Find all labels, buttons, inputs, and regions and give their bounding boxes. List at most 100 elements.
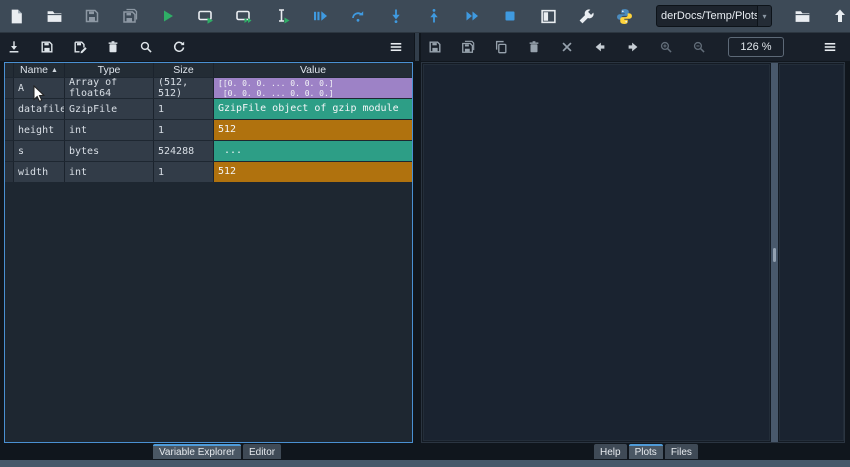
step-return-button[interactable] bbox=[420, 2, 448, 30]
tab-help[interactable]: Help bbox=[594, 444, 627, 459]
variable-value-cell[interactable]: GzipFile object of gzip module bbox=[214, 99, 412, 119]
variable-explorer-toolbar bbox=[0, 33, 414, 61]
variable-size-cell: 1 bbox=[154, 99, 213, 119]
header-type[interactable]: Type bbox=[65, 63, 153, 77]
variable-value-cell[interactable]: 512 bbox=[214, 162, 412, 182]
open-folder-icon bbox=[46, 8, 63, 25]
run-selection-icon bbox=[274, 8, 291, 25]
preferences-button[interactable] bbox=[572, 2, 600, 30]
python-logo-icon bbox=[616, 8, 633, 25]
header-corner-cell[interactable] bbox=[5, 63, 13, 77]
row-gutter-cell bbox=[5, 78, 13, 98]
trash-icon bbox=[106, 40, 120, 54]
spyder-window: derDocs/Temp/Plots ▾ bbox=[0, 0, 850, 467]
remove-plot-button[interactable] bbox=[522, 35, 546, 59]
new-file-button[interactable] bbox=[2, 2, 30, 30]
run-selection-button[interactable] bbox=[268, 2, 296, 30]
browse-folder-icon bbox=[794, 8, 811, 25]
save-button[interactable] bbox=[78, 2, 106, 30]
import-data-icon bbox=[7, 40, 21, 54]
run-cell-advance-icon bbox=[235, 7, 253, 25]
search-button[interactable] bbox=[134, 35, 158, 59]
table-row[interactable]: width int 1 512 bbox=[5, 162, 412, 182]
run-icon bbox=[160, 8, 176, 24]
bottom-tab-bar: Variable Explorer Editor Help Plots File… bbox=[0, 443, 850, 460]
copy-plot-button[interactable] bbox=[489, 35, 513, 59]
import-data-button[interactable] bbox=[2, 35, 26, 59]
run-cell-button[interactable] bbox=[192, 2, 220, 30]
tab-files[interactable]: Files bbox=[665, 444, 698, 459]
parent-dir-button[interactable] bbox=[826, 2, 850, 30]
row-gutter-cell bbox=[5, 141, 13, 161]
open-file-button[interactable] bbox=[40, 2, 68, 30]
remove-variable-button[interactable] bbox=[101, 35, 125, 59]
variable-size-cell: 1 bbox=[154, 120, 213, 140]
search-icon bbox=[139, 40, 153, 54]
save-all-icon bbox=[122, 8, 138, 24]
run-button[interactable] bbox=[154, 2, 182, 30]
table-row[interactable]: height int 1 512 bbox=[5, 120, 412, 140]
main-toolbar: derDocs/Temp/Plots ▾ bbox=[0, 0, 850, 33]
save-data-as-button[interactable] bbox=[68, 35, 92, 59]
left-arrow-icon bbox=[593, 40, 607, 54]
step-into-button[interactable] bbox=[382, 2, 410, 30]
save-icon bbox=[84, 8, 100, 24]
zoom-level-box[interactable]: 126 % bbox=[728, 37, 784, 57]
tab-variable-explorer[interactable]: Variable Explorer bbox=[153, 444, 241, 459]
variable-name-cell[interactable]: width bbox=[14, 162, 64, 182]
stop-button[interactable] bbox=[496, 2, 524, 30]
variable-value-cell[interactable]: 512 bbox=[214, 120, 412, 140]
variable-value-cell[interactable]: [[0. 0. 0. ... 0. 0. 0.] [0. 0. 0. ... 0… bbox=[214, 78, 412, 98]
zoom-out-icon bbox=[692, 40, 706, 54]
save-all-plots-button[interactable] bbox=[456, 35, 480, 59]
variable-type-cell: bytes bbox=[65, 141, 153, 161]
table-row[interactable]: A Array of float64 (512, 512) [[0. 0. 0.… bbox=[5, 78, 412, 98]
header-name[interactable]: Name▲ bbox=[14, 63, 64, 77]
python-interpreter-button[interactable] bbox=[610, 2, 638, 30]
next-plot-button[interactable] bbox=[621, 35, 645, 59]
variable-explorer-options-button[interactable] bbox=[384, 35, 408, 59]
table-row[interactable]: datafile GzipFile 1 GzipFile object of g… bbox=[5, 99, 412, 119]
row-gutter-cell bbox=[5, 99, 13, 119]
working-dir-combo[interactable]: derDocs/Temp/Plots ▾ bbox=[656, 5, 772, 27]
refresh-button[interactable] bbox=[167, 35, 191, 59]
run-cell-icon bbox=[197, 7, 215, 25]
variable-name-cell[interactable]: height bbox=[14, 120, 64, 140]
variable-type-cell: int bbox=[65, 120, 153, 140]
save-all-button[interactable] bbox=[116, 2, 144, 30]
remove-all-plots-button[interactable] bbox=[555, 35, 579, 59]
working-dir-dropdown-arrow[interactable]: ▾ bbox=[757, 6, 771, 26]
browse-working-dir-button[interactable] bbox=[788, 2, 816, 30]
previous-plot-button[interactable] bbox=[588, 35, 612, 59]
variable-type-cell: GzipFile bbox=[65, 99, 153, 119]
debug-icon bbox=[312, 8, 328, 24]
step-over-button[interactable] bbox=[344, 2, 372, 30]
wrench-icon bbox=[578, 8, 595, 25]
variable-value-cell[interactable]: ... bbox=[214, 141, 412, 161]
plots-options-button[interactable] bbox=[818, 35, 842, 59]
variable-type-cell: int bbox=[65, 162, 153, 182]
toolbar-divider bbox=[415, 33, 419, 61]
maximize-pane-icon bbox=[540, 8, 557, 25]
debug-button[interactable] bbox=[306, 2, 334, 30]
plots-toolbar: 126 % bbox=[421, 33, 850, 61]
zoom-out-button[interactable] bbox=[687, 35, 711, 59]
continue-button[interactable] bbox=[458, 2, 486, 30]
plots-splitter[interactable] bbox=[771, 63, 778, 442]
save-data-as-icon bbox=[73, 40, 87, 54]
variable-name-cell[interactable]: s bbox=[14, 141, 64, 161]
zoom-in-button[interactable] bbox=[654, 35, 678, 59]
table-row[interactable]: s bytes 524288 ... bbox=[5, 141, 412, 161]
run-cell-advance-button[interactable] bbox=[230, 2, 258, 30]
save-plot-icon bbox=[428, 40, 442, 54]
save-data-button[interactable] bbox=[35, 35, 59, 59]
maximize-pane-button[interactable] bbox=[534, 2, 562, 30]
tab-editor[interactable]: Editor bbox=[243, 444, 281, 459]
tab-plots[interactable]: Plots bbox=[629, 444, 663, 459]
up-arrow-icon bbox=[832, 8, 848, 24]
save-plot-button[interactable] bbox=[423, 35, 447, 59]
status-bar bbox=[0, 460, 850, 467]
row-gutter-cell bbox=[5, 120, 13, 140]
header-size[interactable]: Size bbox=[154, 63, 213, 77]
header-value[interactable]: Value bbox=[214, 63, 412, 77]
